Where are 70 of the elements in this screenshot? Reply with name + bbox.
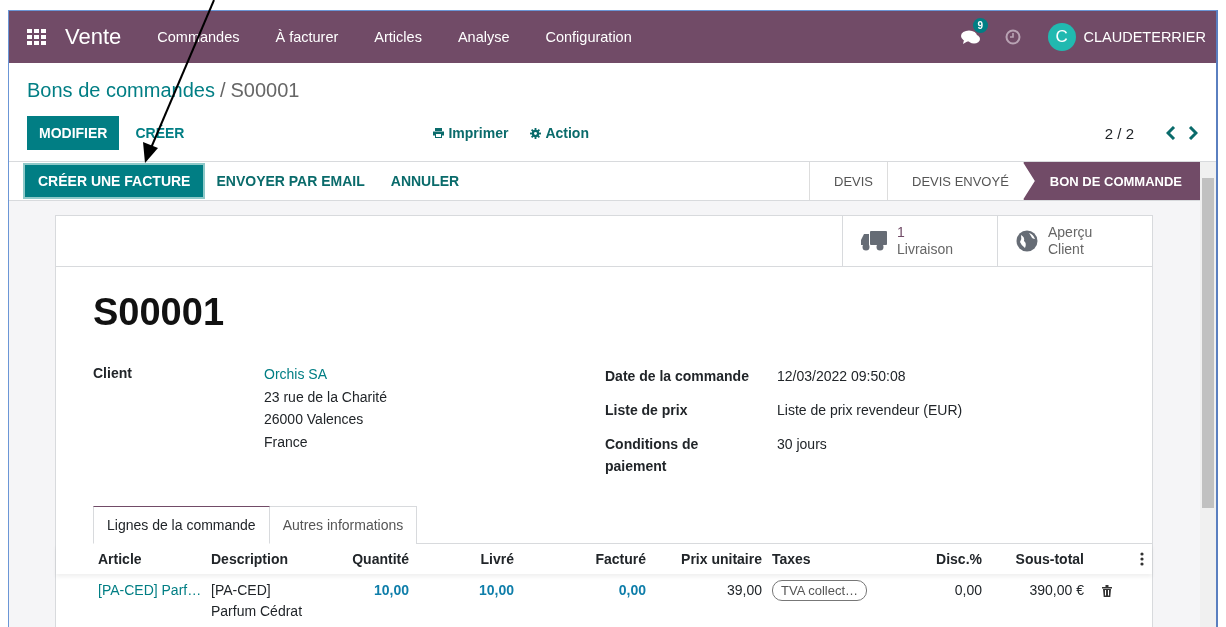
smart-button-text: 1: [897, 224, 906, 241]
pager-value: 2 / 2: [1104, 124, 1134, 142]
field-value: Liste de prix revendeur (EUR): [777, 401, 963, 420]
menu-item[interactable]: Analyse: [457, 29, 510, 45]
truck-icon: [861, 231, 887, 251]
smart-button[interactable]: 1 Livraison: [842, 216, 997, 266]
smart-button-text: Livraison: [897, 241, 954, 258]
printer-icon: [433, 128, 445, 138]
table-cell-text: 390,00 €: [1028, 581, 1085, 600]
field-label: Conditions de paiement: [605, 435, 700, 476]
description-line: [PA-CED]: [211, 581, 272, 600]
breadcrumb-separator: /: [219, 79, 226, 102]
globe-icon: [1016, 230, 1038, 252]
next-icon[interactable]: [1188, 126, 1198, 140]
status-action-button[interactable]: ANNULER: [377, 165, 473, 197]
action-link[interactable]: Action: [545, 125, 589, 141]
order-number: S00001: [93, 291, 225, 334]
message-count-badge: 9: [972, 18, 989, 33]
column-header[interactable]: Disc.%: [902, 551, 992, 567]
address-line: 26000 Valences: [264, 410, 365, 429]
field-value: 12/03/2022 09:50:08: [777, 367, 906, 386]
stage-step[interactable]: DEVIS ENVOYÉ: [887, 162, 1023, 200]
field-value: 30 jours: [777, 435, 827, 454]
smart-button-text: Client: [1048, 241, 1085, 258]
tax-tag: TVA collect…: [772, 580, 868, 601]
address-line: France: [264, 432, 309, 451]
menu-item[interactable]: Articles: [374, 29, 422, 45]
apps-menu-icon[interactable]: [27, 29, 47, 45]
user-name[interactable]: CLAUDETERRIER: [1083, 29, 1206, 45]
column-header[interactable]: Taxes: [772, 551, 902, 567]
smart-button[interactable]: Aperçu Client: [997, 216, 1152, 266]
field-label: Liste de prix: [605, 401, 689, 420]
table-cell-text: 10,00: [372, 581, 410, 600]
app-name[interactable]: Vente: [65, 24, 122, 50]
menu-item[interactable]: À facturer: [275, 29, 339, 45]
chat-icon[interactable]: [960, 29, 981, 45]
table-cell-text: 0,00: [617, 581, 647, 600]
tab[interactable]: Autres informations: [269, 506, 418, 544]
clock-icon[interactable]: [1004, 29, 1021, 45]
column-header[interactable]: Prix unitaire: [656, 551, 772, 567]
address-line: 23 rue de la Charité: [264, 387, 387, 406]
status-action-button[interactable]: ENVOYER PAR EMAIL: [203, 165, 378, 197]
previous-icon[interactable]: [1166, 126, 1176, 140]
column-header[interactable]: Sous-total: [992, 551, 1094, 567]
column-header[interactable]: Livré: [419, 551, 524, 567]
table-cell-text: 39,00: [725, 581, 763, 600]
more-icon[interactable]: [1140, 552, 1144, 566]
scrollbar[interactable]: [1200, 162, 1216, 627]
stage-step[interactable]: BON DE COMMANDE: [1022, 162, 1200, 200]
stage-step[interactable]: DEVIS: [809, 162, 887, 200]
field-label: Client: [93, 365, 133, 383]
menu-item[interactable]: Configuration: [545, 29, 632, 45]
edit-button[interactable]: MODIFIER: [27, 116, 120, 150]
table-cell-text: 10,00: [477, 581, 515, 600]
client-link[interactable]: Orchis SA: [264, 365, 387, 384]
tab[interactable]: Lignes de la commande: [93, 506, 270, 544]
breadcrumb-current: S00001: [230, 79, 300, 102]
action-link[interactable]: Imprimer: [448, 125, 509, 141]
status-action-button[interactable]: CRÉER UNE FACTURE: [25, 165, 204, 197]
trash-icon[interactable]: [1102, 585, 1112, 597]
column-header[interactable]: Article: [98, 551, 211, 567]
column-header[interactable]: Facturé: [524, 551, 656, 567]
table-cell[interactable]: [PA-CED] Parf…: [98, 580, 211, 601]
column-header[interactable]: Quantité: [341, 551, 419, 567]
column-header[interactable]: Description: [211, 551, 341, 567]
smart-button-text: Aperçu: [1048, 224, 1093, 241]
field-label: Date de la commande: [605, 367, 750, 386]
gear-icon: [530, 127, 542, 139]
table-cell-text: 0,00: [953, 581, 983, 600]
description-line: Parfum Cédrat: [211, 602, 304, 621]
